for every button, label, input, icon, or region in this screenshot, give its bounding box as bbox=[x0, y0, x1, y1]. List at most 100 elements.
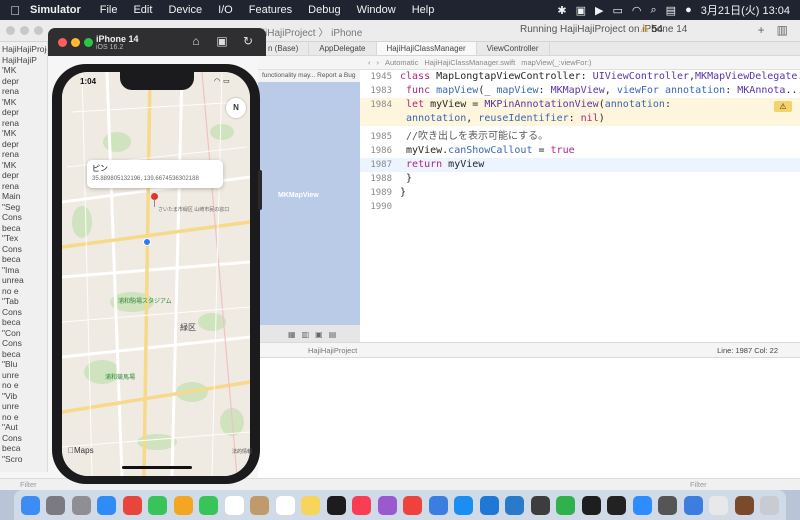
dock-messages-icon[interactable] bbox=[148, 495, 168, 515]
menubar-datetime[interactable]: 3月21日(火) 13:04 bbox=[701, 2, 790, 18]
menu-device[interactable]: Device bbox=[168, 4, 202, 16]
dock-simulator-icon[interactable] bbox=[683, 495, 703, 515]
navigator-item[interactable]: no e bbox=[2, 286, 19, 296]
compass-button[interactable]: N bbox=[226, 98, 246, 118]
navigator-item[interactable]: Main bbox=[2, 191, 20, 201]
poi-racecourse[interactable]: 浦和競馬場 bbox=[105, 372, 135, 381]
debug-console[interactable] bbox=[258, 358, 800, 478]
add-icon[interactable]: + bbox=[758, 23, 765, 37]
code-line[interactable]: 1986 myView.canShowCallout = true bbox=[360, 144, 800, 158]
dock-system-prefs-icon[interactable] bbox=[71, 495, 91, 515]
dock-finder-icon[interactable] bbox=[20, 495, 40, 515]
navigator-item[interactable]: 'MK bbox=[2, 65, 16, 75]
code-line[interactable]: 1984 let myView = MKPinAnnotationView(an… bbox=[360, 98, 800, 112]
control-center-icon[interactable]: ▤ bbox=[666, 4, 676, 17]
dock-tv-icon[interactable] bbox=[326, 495, 346, 515]
dock-app-store-icon[interactable] bbox=[454, 495, 474, 515]
dock-safari-icon[interactable] bbox=[97, 495, 117, 515]
navigator-item[interactable]: depr bbox=[2, 107, 19, 117]
navigator-item[interactable]: "Con bbox=[2, 328, 21, 338]
code-line[interactable]: annotation, reuseIdentifier: nil) bbox=[360, 112, 800, 126]
navigator-item[interactable]: beca bbox=[2, 443, 20, 453]
code-line[interactable]: 1989} bbox=[360, 186, 800, 200]
tab-appdelegate[interactable]: AppDelegate bbox=[309, 42, 377, 55]
constraints-icon[interactable]: ▦ bbox=[288, 330, 296, 339]
navigator-item[interactable]: unre bbox=[2, 370, 19, 380]
dock-chrome-icon[interactable] bbox=[122, 495, 142, 515]
window-close-button[interactable] bbox=[6, 26, 15, 35]
display-icon[interactable]: ▣ bbox=[576, 4, 586, 17]
apple-logo-icon[interactable]:  bbox=[4, 3, 26, 18]
navigator-item[interactable]: rena bbox=[2, 181, 19, 191]
poi-stadium[interactable]: 浦和駒場スタジアム bbox=[118, 296, 172, 305]
dock-instruments-icon[interactable] bbox=[530, 495, 550, 515]
dock-news-icon[interactable] bbox=[403, 495, 423, 515]
tab-classmanager[interactable]: HajiHajiClassManager bbox=[376, 42, 477, 55]
dock-preview-icon[interactable] bbox=[709, 495, 729, 515]
dock-music-icon[interactable] bbox=[352, 495, 372, 515]
jumpbar-automatic[interactable]: Automatic bbox=[385, 58, 418, 67]
home-indicator[interactable] bbox=[122, 466, 192, 469]
console-filter-input[interactable]: Filter bbox=[690, 480, 707, 489]
dock-launchpad-icon[interactable] bbox=[46, 495, 66, 515]
code-line[interactable]: 1945 class MapLongtapViewController: UIVi… bbox=[360, 70, 800, 84]
navigator-item[interactable]: "Seg bbox=[2, 202, 20, 212]
navigator-item[interactable]: rena bbox=[2, 118, 19, 128]
navigator-item[interactable]: HajiHajiProje bbox=[2, 44, 47, 54]
navigator-item[interactable]: Cons bbox=[2, 244, 22, 254]
dock-terminal-icon[interactable] bbox=[607, 495, 627, 515]
menu-edit[interactable]: Edit bbox=[133, 4, 152, 16]
pin-callout[interactable]: ピン 35.889805132196, 139.6674536302188 bbox=[87, 160, 223, 188]
code-line[interactable]: 1987 return myView bbox=[360, 158, 800, 172]
sim-close-button[interactable] bbox=[58, 38, 67, 47]
code-editor[interactable]: ⚠ 1945 class MapLongtapViewController: UI… bbox=[360, 70, 800, 342]
navigator-item[interactable]: depr bbox=[2, 170, 19, 180]
navigator-item[interactable]: no e bbox=[2, 412, 19, 422]
code-line[interactable]: 1985 //吹き出しを表示可能にする。 bbox=[360, 130, 800, 144]
navigator-item[interactable]: no e bbox=[2, 380, 19, 390]
navigator-item[interactable]: Cons bbox=[2, 338, 22, 348]
wifi-icon[interactable]: ◠ bbox=[632, 4, 642, 17]
jumpbar-file[interactable]: HajiHajiClassManager.swift bbox=[424, 58, 515, 67]
navigator-item[interactable]: beca bbox=[2, 317, 20, 327]
menu-io[interactable]: I/O bbox=[218, 4, 233, 16]
navigator-item[interactable]: "Vib bbox=[2, 391, 17, 401]
back-icon[interactable]: ‹ bbox=[368, 58, 371, 67]
navigator-item[interactable]: beca bbox=[2, 223, 20, 233]
window-zoom-button[interactable] bbox=[34, 26, 43, 35]
dock-calculator-icon[interactable] bbox=[658, 495, 678, 515]
navigator-item[interactable]: "Scro bbox=[2, 454, 23, 464]
rotate-icon[interactable]: ↻ bbox=[240, 34, 256, 48]
navigator-item[interactable]: depr bbox=[2, 76, 19, 86]
align-icon[interactable]: ▥ bbox=[302, 330, 310, 339]
menu-features[interactable]: Features bbox=[249, 4, 292, 16]
warning-count[interactable]: ⚠ 54 bbox=[640, 24, 663, 35]
code-line[interactable]: 1990 bbox=[360, 200, 800, 214]
sim-minimize-button[interactable] bbox=[71, 38, 80, 47]
resolve-icon[interactable]: ▤ bbox=[329, 330, 337, 339]
dock-calendar-icon[interactable] bbox=[224, 495, 244, 515]
navigator-item[interactable]: "Tab bbox=[2, 296, 19, 306]
navigator-item[interactable]: "Tex bbox=[2, 233, 18, 243]
user-location-icon[interactable] bbox=[143, 238, 151, 246]
screenshot-icon[interactable]: ▣ bbox=[214, 34, 230, 48]
menu-help[interactable]: Help bbox=[412, 4, 435, 16]
navigator-filter-input[interactable]: Filter bbox=[20, 480, 37, 489]
navigator-item[interactable]: HajiHajiP bbox=[2, 55, 37, 65]
navigator-item[interactable]: Cons bbox=[2, 433, 22, 443]
dock-podcasts-icon[interactable] bbox=[377, 495, 397, 515]
dock-keynote-icon[interactable] bbox=[428, 495, 448, 515]
pin-constraint-icon[interactable]: ▣ bbox=[315, 330, 323, 339]
navigator-item[interactable]: Cons bbox=[2, 307, 22, 317]
dock-xcode-icon[interactable] bbox=[479, 495, 499, 515]
navigator-item[interactable]: 'MK bbox=[2, 97, 16, 107]
dock-contacts-icon[interactable] bbox=[250, 495, 270, 515]
navigator-item[interactable]: "Ima bbox=[2, 265, 19, 275]
forward-icon[interactable]: › bbox=[377, 58, 380, 67]
dock-numbers-icon[interactable] bbox=[556, 495, 576, 515]
sim-zoom-button[interactable] bbox=[84, 38, 93, 47]
home-icon[interactable]: ⌂ bbox=[188, 34, 204, 48]
map-view[interactable] bbox=[62, 72, 250, 476]
dock-figma-icon[interactable] bbox=[581, 495, 601, 515]
search-icon[interactable]: ⌕ bbox=[651, 4, 657, 17]
